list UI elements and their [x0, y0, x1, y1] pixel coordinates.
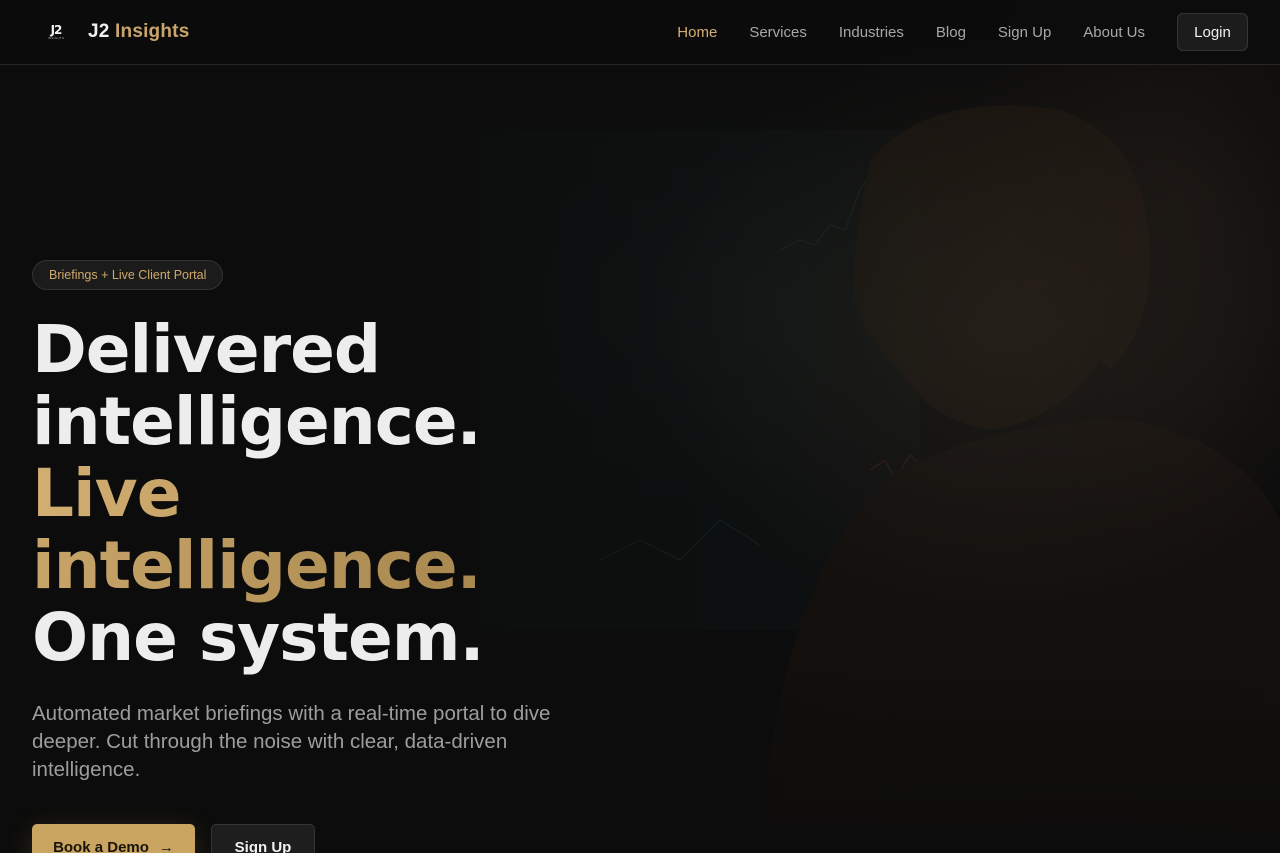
nav-link-blog[interactable]: Blog — [936, 24, 966, 41]
headline-part-3: One system. — [32, 599, 485, 676]
brand-secondary: Insights — [115, 21, 190, 42]
brand-name[interactable]: J2 Insights — [88, 21, 189, 43]
book-demo-label: Book a Demo — [53, 838, 149, 853]
logo-mark-text: J2 — [50, 23, 63, 37]
hero-headline: Delivered intelligence. Live intelligenc… — [32, 314, 632, 674]
hero-subtext: Automated market briefings with a real-t… — [32, 702, 551, 781]
sign-up-button[interactable]: Sign Up — [211, 824, 315, 853]
arrow-right-icon: → — [158, 838, 174, 853]
hero-section: Briefings + Live Client Portal Delivered… — [32, 260, 652, 853]
nav-link-services[interactable]: Services — [749, 24, 807, 41]
nav-links: Home Services Industries Blog Sign Up Ab… — [645, 13, 1248, 51]
nav-link-about-us[interactable]: About Us — [1083, 24, 1145, 41]
nav-link-industries[interactable]: Industries — [839, 24, 904, 41]
logo-icon[interactable]: J2 INSIGHTS — [46, 22, 66, 42]
nav-link-home[interactable]: Home — [677, 24, 717, 41]
logo-tagline: INSIGHTS — [47, 36, 65, 40]
headline-part-2-highlight: Live intelligence. — [32, 455, 482, 604]
hero-badge: Briefings + Live Client Portal — [32, 260, 224, 290]
book-demo-button[interactable]: Book a Demo → — [32, 824, 195, 853]
headline-part-1: Delivered intelligence. — [32, 311, 482, 460]
hero-cta-group: Book a Demo → Sign Up — [32, 824, 652, 853]
nav-link-sign-up[interactable]: Sign Up — [998, 24, 1051, 41]
brand-primary: J2 — [88, 21, 110, 42]
login-button[interactable]: Login — [1177, 13, 1248, 51]
top-navigation: J2 INSIGHTS J2 Insights Home Services In… — [0, 0, 1280, 65]
